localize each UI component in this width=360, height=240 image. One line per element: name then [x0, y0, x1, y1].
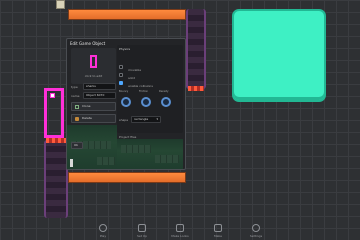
- lava-column-top[interactable]: [186, 9, 206, 91]
- shape-value: rectangle: [134, 117, 149, 121]
- orange-platform-top[interactable]: [68, 9, 186, 20]
- shape-select[interactable]: rectangle ▾: [131, 116, 161, 123]
- toolbar-setup-label: Set Up: [137, 234, 147, 238]
- dial-label-friction: Friction: [139, 90, 149, 93]
- teal-platform[interactable]: [232, 9, 326, 102]
- image-icon: [176, 224, 184, 232]
- orange-platform-bottom[interactable]: [68, 172, 186, 183]
- cube-icon: [138, 224, 146, 232]
- scene-preview-right: [117, 139, 183, 169]
- bottom-toolbar: Play Set Up Make Looks Make Settings: [0, 222, 360, 240]
- toolbar-settings[interactable]: Settings: [242, 224, 270, 238]
- collisions-checkbox[interactable]: [119, 80, 123, 85]
- chevron-down-icon: ▾: [156, 117, 158, 121]
- corner-tile: [56, 0, 65, 9]
- bouncy-dial[interactable]: [121, 97, 131, 107]
- sprite-thumbnail: [90, 55, 97, 68]
- type-field[interactable]: sharks: [83, 83, 116, 90]
- type-label: type: [71, 85, 78, 89]
- trash-icon: [75, 117, 79, 121]
- sprite-preview[interactable]: click to edit: [71, 48, 116, 84]
- name-field[interactable]: Object 6070: [83, 92, 116, 99]
- resize-handle[interactable]: [50, 93, 55, 98]
- density-dial[interactable]: [161, 97, 171, 107]
- physics-panel: Physics movable solid enable collisions …: [117, 45, 183, 133]
- friction-dial[interactable]: [141, 97, 151, 107]
- ok-button[interactable]: Ok: [71, 142, 83, 149]
- clone-icon: [75, 105, 79, 109]
- play-icon: [99, 224, 107, 232]
- dial-label-bouncy: Bouncy: [119, 90, 129, 93]
- delete-button[interactable]: Delete: [71, 114, 116, 123]
- edit-object-dialog: Edit Game Object click to edit type shar…: [66, 38, 186, 170]
- gear-icon: [252, 224, 260, 232]
- ok-label: Ok: [74, 143, 79, 147]
- shape-label: shape: [119, 118, 129, 122]
- toolbar-setup[interactable]: Set Up: [128, 224, 156, 238]
- toolbar-looks[interactable]: Make Looks: [166, 224, 194, 238]
- toolbar-settings-label: Settings: [249, 234, 263, 238]
- frame-icon: [214, 224, 222, 232]
- collisions-label: enable collisions: [128, 84, 153, 88]
- toolbar-play[interactable]: Play: [89, 224, 117, 238]
- toolbar-make-label: Make: [214, 234, 222, 238]
- toolbar-make[interactable]: Make: [204, 224, 232, 238]
- clone-label: Clone: [82, 104, 91, 108]
- toolbar-play-label: Play: [99, 234, 107, 238]
- clone-button[interactable]: Clone: [71, 102, 116, 111]
- physics-heading: Physics: [119, 47, 131, 51]
- lava-column-bottom[interactable]: [44, 138, 68, 218]
- delete-label: Delete: [82, 116, 92, 120]
- name-label: name: [71, 94, 80, 98]
- dial-label-density: Density: [159, 90, 169, 93]
- dialog-title: Edit Game Object: [70, 41, 106, 46]
- option-collisions[interactable]: enable collisions: [119, 72, 153, 91]
- sprite-hint: click to edit: [84, 74, 103, 78]
- toolbar-looks-label: Make Looks: [171, 234, 189, 238]
